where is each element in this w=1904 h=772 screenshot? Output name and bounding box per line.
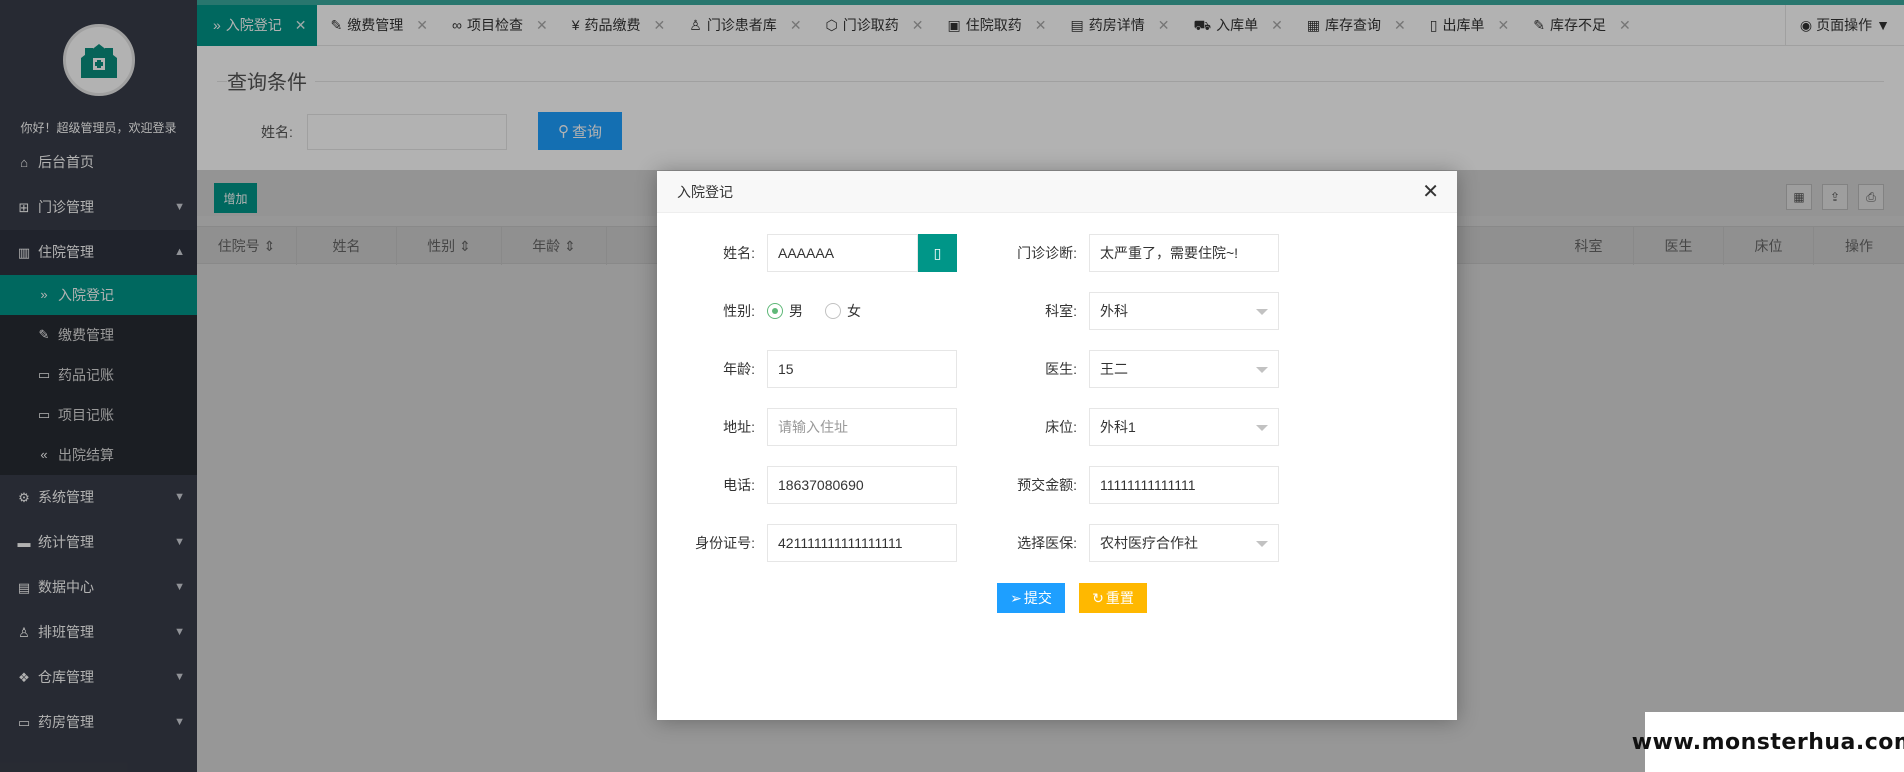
department-label: 科室: [1045,303,1077,319]
row-insurance: 选择医保: 农村医疗合作社 [979,524,1279,562]
row-diagnosis: 门诊诊断: 太严重了，需要住院~! [979,234,1279,272]
row-gender: 性别: 男 女 [657,292,883,330]
gender-female-radio[interactable]: 女 [825,301,861,321]
row-bed: 床位: 外科1 [979,408,1279,446]
row-id-card: 身份证号: 421111111111111111 [657,524,957,562]
insurance-select[interactable]: 农村医疗合作社 [1089,524,1279,562]
diagnosis-input[interactable]: 太严重了，需要住院~! [1089,234,1279,272]
lookup-icon[interactable]: ▯ [918,234,957,272]
submit-button[interactable]: ➢ 提交 [997,583,1065,613]
modal-title: 入院登记 [677,184,733,200]
id-card-label: 身份证号: [695,535,755,551]
row-department: 科室: 外科 [979,292,1279,330]
id-card-input[interactable]: 421111111111111111 [767,524,957,562]
doctor-select[interactable]: 王二 [1089,350,1279,388]
bed-select[interactable]: 外科1 [1089,408,1279,446]
age-input[interactable]: 15 [767,350,957,388]
address-label: 地址: [723,419,755,435]
insurance-label: 选择医保: [1017,535,1077,551]
row-deposit: 预交金额: 11111111111111 [979,466,1279,504]
diagnosis-label: 门诊诊断: [1017,245,1077,261]
send-icon: ➢ [1010,589,1022,606]
deposit-input[interactable]: 11111111111111 [1089,466,1279,504]
age-label: 年龄: [723,361,755,377]
admission-modal: 入院登记 ✕ 姓名: AAAAAA ▯ 门诊诊断: 太严重了，需要住院~! 性别… [657,171,1457,720]
bed-label: 床位: [1045,419,1077,435]
close-icon[interactable]: ✕ [1422,171,1439,213]
deposit-label: 预交金额: [1017,477,1077,493]
row-phone: 电话: 18637080690 [657,466,957,504]
radio-unchecked-icon [825,303,841,319]
row-doctor: 医生: 王二 [979,350,1279,388]
radio-checked-icon [767,303,783,319]
refresh-icon: ↻ [1092,589,1104,606]
doctor-label: 医生: [1045,361,1077,377]
department-select[interactable]: 外科 [1089,292,1279,330]
gender-male-radio[interactable]: 男 [767,301,803,321]
modal-header: 入院登记 ✕ [657,171,1457,213]
name-input[interactable]: AAAAAA [767,234,918,272]
row-age: 年龄: 15 [657,350,957,388]
phone-input[interactable]: 18637080690 [767,466,957,504]
name-label: 姓名: [723,245,755,261]
phone-label: 电话: [723,477,755,493]
address-input[interactable]: 请输入住址 [767,408,957,446]
gender-label: 性别: [723,303,755,319]
reset-button[interactable]: ↻ 重置 [1079,583,1147,613]
row-name: 姓名: AAAAAA ▯ [657,234,957,272]
watermark: www.monsterhua.com [1632,712,1904,772]
row-address: 地址: 请输入住址 [657,408,957,446]
